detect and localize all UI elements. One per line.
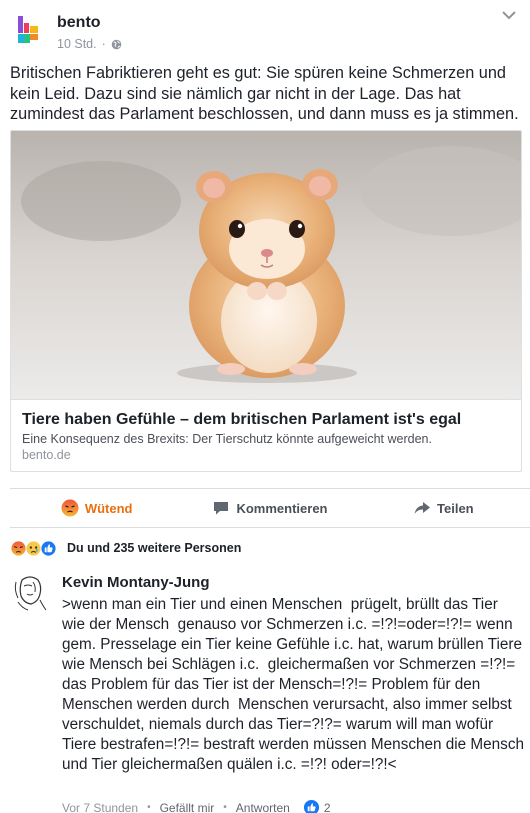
chevron-down-icon[interactable]	[500, 8, 518, 22]
share-icon	[414, 502, 431, 514]
post-text: Britischen Fabriktieren geht es gut: Sie…	[10, 64, 519, 123]
reactions-summary[interactable]: Du und 235 weitere Personen	[10, 538, 241, 558]
reactions-text[interactable]: Du und 235 weitere Personen	[67, 541, 241, 555]
comment-text: >wenn man ein Tier und einen Menschen pr…	[62, 596, 530, 773]
meta-separator: ·	[101, 37, 106, 51]
bento-logo[interactable]	[16, 14, 44, 46]
react-button[interactable]: Wütend	[10, 489, 183, 527]
footer-dot: •	[147, 802, 151, 813]
like-reaction-icon	[40, 539, 57, 557]
reaction-icons	[10, 539, 57, 557]
comment-footer: Vor 7 Stunden • Gefällt mir • Antworten …	[62, 799, 331, 813]
comment-button[interactable]: Kommentieren	[183, 489, 356, 527]
comment-icon	[214, 502, 229, 515]
like-reaction-icon	[303, 799, 319, 813]
angry-reaction-icon	[61, 499, 79, 517]
comment-reply-button[interactable]: Antworten	[236, 801, 290, 813]
comment-label: Kommentieren	[236, 500, 328, 516]
post-meta: 10 Std. ·	[57, 37, 122, 51]
hamster-photo[interactable]	[11, 131, 522, 399]
link-domain: bento.de	[22, 448, 71, 462]
globe-icon	[111, 39, 122, 49]
post-time[interactable]: 10 Std.	[57, 37, 97, 51]
page-name[interactable]: bento	[57, 14, 101, 32]
react-label: Wütend	[84, 500, 133, 516]
avatar[interactable]	[10, 572, 50, 612]
footer-dot: •	[223, 802, 227, 813]
comment-time[interactable]: Vor 7 Stunden	[62, 801, 138, 813]
link-description: Eine Konsequenz des Brexits: Der Tiersch…	[22, 432, 432, 446]
like-count-value: 2	[323, 800, 331, 813]
link-title[interactable]: Tiere haben Gefühle – dem britischen Par…	[22, 410, 512, 430]
link-info[interactable]: Tiere haben Gefühle – dem britischen Par…	[11, 399, 521, 471]
share-label: Teilen	[437, 500, 474, 516]
comment-author[interactable]: Kevin Montany-Jung	[62, 574, 210, 591]
action-bar: Wütend Kommentieren Teilen	[10, 488, 530, 528]
comment-like-count[interactable]: 2	[303, 799, 331, 813]
link-preview-card[interactable]: Tiere haben Gefühle – dem britischen Par…	[10, 130, 522, 472]
share-button[interactable]: Teilen	[357, 489, 530, 527]
comment-like-button[interactable]: Gefällt mir	[160, 801, 215, 813]
post-header: bento 10 Std. ·	[0, 0, 530, 60]
